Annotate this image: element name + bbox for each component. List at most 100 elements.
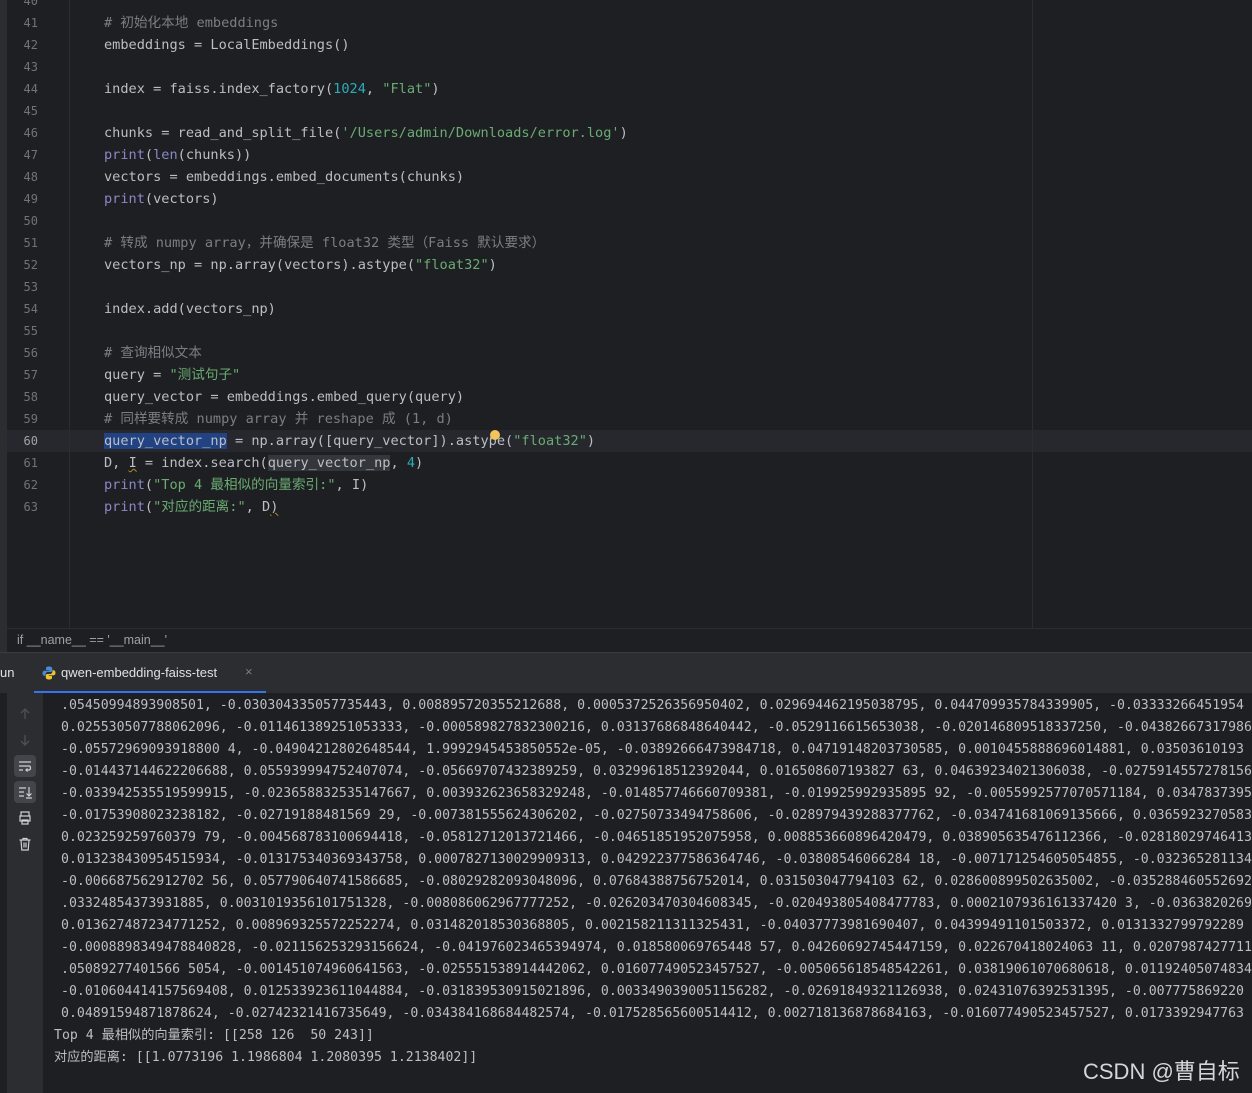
string-literal: "float32" [415,257,489,273]
code-text: ) [415,455,424,471]
builtin-function: print [104,499,145,515]
code-text: vectors_np = np.array(vectors).astype( [104,257,415,273]
code-line-47[interactable]: print(len(chunks)) [104,144,251,166]
builtin-function: print [104,147,145,163]
code-line-63[interactable]: print("对应的距离:", D) [104,496,278,518]
string-literal: '/Users/admin/Downloads/error.log' [341,125,620,141]
line-number[interactable]: 63 [7,496,38,518]
arrow-up-icon[interactable] [14,703,36,725]
code-text: ) [586,433,596,449]
line-number[interactable]: 51 [7,232,38,254]
console-line: -0.01753908023238182, -0.02719188481569 … [61,808,1252,823]
code-line-54[interactable]: index.add(vectors_np) [104,298,276,320]
console-line: 0.013627487234771252, 0.0089693255722522… [61,918,1244,933]
code-line-59[interactable]: # 同样要转成 numpy array 并 reshape 成 (1, d) [104,408,453,430]
console-line: .03324854373931885, 0.003101935610175132… [61,896,1252,911]
code-text: index = faiss.index_factory( [104,81,334,97]
code-line-58[interactable]: query_vector = embeddings.embed_query(qu… [104,386,464,408]
code-text: , D [245,499,271,515]
code-line-44[interactable]: index = faiss.index_factory(1024, "Flat"… [104,78,440,100]
builtin-function: len [153,147,178,163]
code-line-57[interactable]: query = "测试句子" [104,364,240,386]
scroll-to-end-icon[interactable] [14,781,36,803]
code-text: ) [619,125,628,141]
console-line: -0.033942535519599915, -0.02365883253514… [61,786,1252,801]
line-number[interactable]: 61 [7,452,38,474]
line-number[interactable]: 60 [7,430,38,452]
code-text: ) [488,257,497,273]
line-number[interactable]: 53 [7,276,38,298]
line-number[interactable]: 45 [7,100,38,122]
warning-identifier[interactable]: I [129,455,137,471]
line-number[interactable]: 41 [7,12,38,34]
console-line: Top 4 最相似的向量索引: [[258 126 50 243]] [54,1028,374,1043]
soft-wrap-icon[interactable] [14,755,36,777]
console-line: 0.04891594871878624, -0.0274232141673564… [61,1006,1244,1021]
print-icon[interactable] [14,807,36,829]
left-tool-strip [0,0,7,652]
line-number[interactable]: 57 [7,364,38,386]
code-text: chunks = read_and_split_file( [104,125,342,141]
line-number[interactable]: 56 [7,342,38,364]
line-number[interactable]: 48 [7,166,38,188]
code-text: , I) [335,477,369,493]
code-line-56[interactable]: # 查询相似文本 [104,342,202,364]
string-literal: "Flat" [382,81,432,97]
watermark: CSDN @曹自标 [1083,1059,1240,1084]
line-number[interactable]: 52 [7,254,38,276]
line-number[interactable]: 43 [7,56,38,78]
code-text: ( [144,477,154,493]
code-line-49[interactable]: print(vectors) [104,188,219,210]
code-line-48[interactable]: vectors = embeddings.embed_documents(chu… [104,166,464,188]
number-literal: 1024 [333,81,366,97]
tab-label: qwen-embedding-faiss-test [61,665,218,680]
code-text: (vectors) [144,191,219,207]
code-line-42[interactable]: embeddings = LocalEmbeddings() [104,34,350,56]
python-icon [42,666,56,680]
code-line-51[interactable]: # 转成 numpy array，并确保是 float32 类型（Faiss 默… [104,232,545,254]
code-text: = index.search( [136,455,268,471]
run-toolbar [7,693,43,1093]
arrow-down-icon[interactable] [14,729,36,751]
trash-icon[interactable] [14,833,36,855]
console-line: 对应的距离: [[1.0773196 1.1986804 1.2080395 1… [54,1050,478,1065]
line-number[interactable]: 59 [7,408,38,430]
line-number[interactable]: 58 [7,386,38,408]
line-number[interactable]: 40 [7,0,38,12]
line-number-gutter[interactable]: 40 41 42 43 44 45 46 47 48 49 50 51 52 53 54 55 56 57 58 59… [7,0,69,628]
selected-identifier[interactable]: query_vector_np [104,433,227,449]
close-icon[interactable]: × [245,664,253,679]
string-literal: "测试句子" [169,367,241,383]
warning-paren[interactable]: ) [270,499,278,515]
code-editor[interactable]: 40 41 42 43 44 45 46 47 48 49 50 51 52 53 54 55 56 57 58 59… [0,0,1252,628]
line-number[interactable]: 49 [7,188,38,210]
code-line-46[interactable]: chunks = read_and_split_file('/Users/adm… [104,122,628,144]
console-line: -0.05572969093918800 4, -0.0490421280264… [61,742,1252,757]
code-line-62[interactable]: print("Top 4 最相似的向量索引:", I) [104,474,368,496]
code-line-60[interactable]: query_vector_np = np.array([query_vector… [104,430,595,452]
console-line: 0.025530507788062096, -0.011461389251053… [61,720,1252,735]
line-number[interactable]: 55 [7,320,38,342]
line-number[interactable]: 54 [7,298,38,320]
breadcrumb[interactable]: if __name__ == '__main__' [17,633,167,647]
code-text: ) [431,81,440,97]
console-line: .05450994893908501, -0.03030433505773544… [61,698,1244,713]
lightbulb-icon[interactable] [490,430,500,440]
line-number[interactable]: 62 [7,474,38,496]
code-line-41[interactable]: # 初始化本地 embeddings [104,12,278,34]
console-line: -0.006687562912702 56, 0.057790640741586… [61,874,1252,889]
tab-run-configuration[interactable]: qwen-embedding-faiss-test × [34,653,266,693]
code-line-52[interactable]: vectors_np = np.array(vectors).astype("f… [104,254,497,276]
line-number[interactable]: 47 [7,144,38,166]
line-number[interactable]: 44 [7,78,38,100]
console-line: 0.013238430954515934, -0.013175340369343… [61,852,1252,867]
run-tool-header: un qwen-embedding-faiss-test × [0,653,1252,693]
line-number[interactable]: 46 [7,122,38,144]
builtin-function: print [104,477,145,493]
line-number[interactable]: 50 [7,210,38,232]
console-output[interactable]: .05450994893908501, -0.03030433505773544… [54,693,1252,1093]
gutter-separator [69,0,70,628]
line-number[interactable]: 42 [7,34,38,56]
right-margin-guide [1032,0,1033,628]
code-line-61[interactable]: D, I = index.search(query_vector_np, 4) [104,452,423,474]
